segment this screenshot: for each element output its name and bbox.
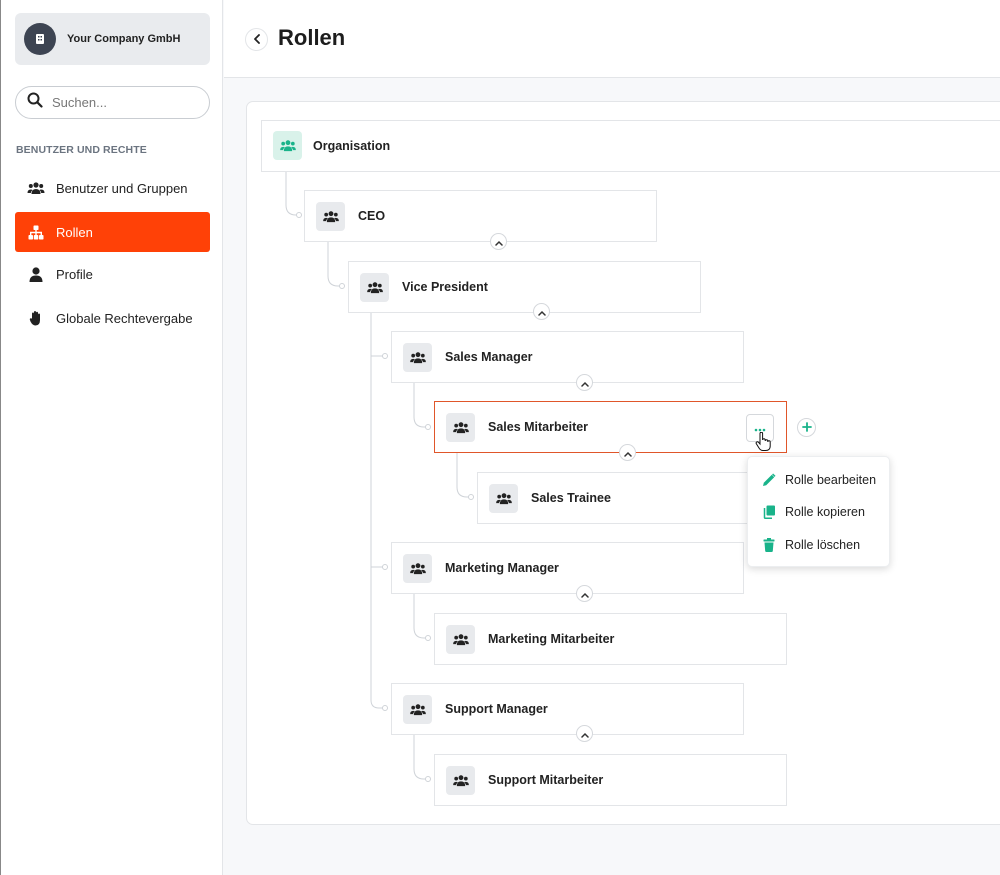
- plus-icon: [801, 419, 812, 437]
- node-label: Support Manager: [445, 702, 548, 716]
- tree-node-marketing-mitarbeiter[interactable]: Marketing Mitarbeiter: [434, 613, 787, 665]
- chevron-up-icon: [580, 725, 589, 743]
- tree-node-marketing-manager[interactable]: Marketing Manager: [391, 542, 744, 594]
- back-button[interactable]: [245, 28, 268, 51]
- node-label: CEO: [358, 209, 386, 223]
- chevron-up-icon: [537, 303, 546, 321]
- node-label: Sales Mitarbeiter: [488, 420, 589, 434]
- pencil-icon: [761, 472, 777, 488]
- node-label: Support Mitarbeiter: [488, 773, 604, 787]
- sidebar-item-label: Profile: [56, 266, 93, 282]
- group-icon: [403, 694, 432, 724]
- sidebar: Your Company GmbH BENUTZER UND RECHTE Be…: [0, 0, 223, 875]
- search-input[interactable]: [52, 95, 192, 110]
- search-icon: [27, 92, 43, 113]
- collapse-toggle[interactable]: [490, 233, 507, 250]
- group-icon: [360, 272, 389, 302]
- company-switcher[interactable]: Your Company GmbH: [15, 13, 210, 65]
- building-icon: [24, 23, 56, 55]
- chevron-left-icon: [253, 31, 261, 49]
- hand-pointer-cursor-icon: [755, 431, 771, 457]
- menu-item-rolle-kopieren[interactable]: Rolle kopieren: [761, 504, 865, 520]
- collapse-toggle[interactable]: [576, 374, 593, 391]
- tree-node-vice-president[interactable]: Vice President: [348, 261, 701, 313]
- group-icon: [273, 131, 302, 160]
- collapse-toggle[interactable]: [576, 585, 593, 602]
- page-title: Rollen: [278, 25, 346, 50]
- section-title: BENUTZER UND RECHTE: [16, 144, 147, 156]
- chevron-up-icon: [623, 444, 632, 462]
- copy-icon: [761, 504, 777, 520]
- tree-node-sales-manager[interactable]: Sales Manager: [391, 331, 744, 383]
- sidebar-item-label: Globale Rechtevergabe: [56, 310, 193, 326]
- node-label: Sales Manager: [445, 350, 533, 364]
- add-child-role-button[interactable]: [797, 418, 816, 437]
- menu-item-rolle-bearbeiten[interactable]: Rolle bearbeiten: [761, 472, 876, 488]
- hierarchy-icon: [27, 223, 45, 241]
- node-label: Sales Trainee: [531, 491, 611, 505]
- sidebar-item-benutzer-und-gruppen[interactable]: Benutzer und Gruppen: [15, 168, 210, 208]
- group-icon: [403, 342, 432, 372]
- group-icon: [403, 553, 432, 583]
- search-box[interactable]: [15, 86, 210, 119]
- chevron-up-icon: [494, 233, 503, 251]
- collapse-toggle[interactable]: [576, 725, 593, 742]
- tree-node-support-mitarbeiter[interactable]: Support Mitarbeiter: [434, 754, 787, 806]
- tree-node-sales-mitarbeiter[interactable]: Sales Mitarbeiter: [434, 401, 787, 453]
- menu-item-label: Rolle kopieren: [785, 505, 865, 519]
- collapse-toggle[interactable]: [533, 303, 550, 320]
- sidebar-item-label: Benutzer und Gruppen: [56, 180, 188, 196]
- sidebar-item-globale-rechtevergabe[interactable]: Globale Rechtevergabe: [15, 298, 210, 338]
- hand-icon: [27, 309, 45, 327]
- group-icon: [446, 765, 475, 795]
- person-icon: [27, 265, 45, 283]
- menu-item-label: Rolle löschen: [785, 538, 861, 552]
- group-icon: [316, 201, 345, 231]
- node-label: Vice President: [402, 280, 488, 294]
- group-icon: [446, 624, 475, 654]
- tree-node-ceo[interactable]: CEO: [304, 190, 657, 242]
- node-label: Marketing Mitarbeiter: [488, 632, 615, 646]
- group-icon: [489, 483, 518, 513]
- users-icon: [27, 179, 45, 197]
- chevron-up-icon: [580, 374, 589, 392]
- sidebar-item-rollen[interactable]: Rollen: [15, 212, 210, 252]
- menu-item-rolle-loeschen[interactable]: Rolle löschen: [761, 537, 860, 553]
- context-menu: Rolle bearbeiten Rolle kopieren Rolle lö…: [747, 456, 890, 567]
- trash-icon: [761, 537, 777, 553]
- node-label: Marketing Manager: [445, 561, 559, 575]
- sidebar-item-profile[interactable]: Profile: [15, 254, 210, 294]
- company-name: Your Company GmbH: [67, 33, 181, 45]
- collapse-toggle[interactable]: [619, 444, 636, 461]
- sidebar-item-label: Rollen: [56, 224, 93, 240]
- page-header: Rollen: [224, 0, 1000, 78]
- tree-node-support-manager[interactable]: Support Manager: [391, 683, 744, 735]
- node-label: Organisation: [313, 139, 391, 153]
- chevron-up-icon: [580, 585, 589, 603]
- tree-root-organisation[interactable]: Organisation: [261, 120, 1000, 172]
- menu-item-label: Rolle bearbeiten: [785, 473, 877, 487]
- group-icon: [446, 412, 475, 442]
